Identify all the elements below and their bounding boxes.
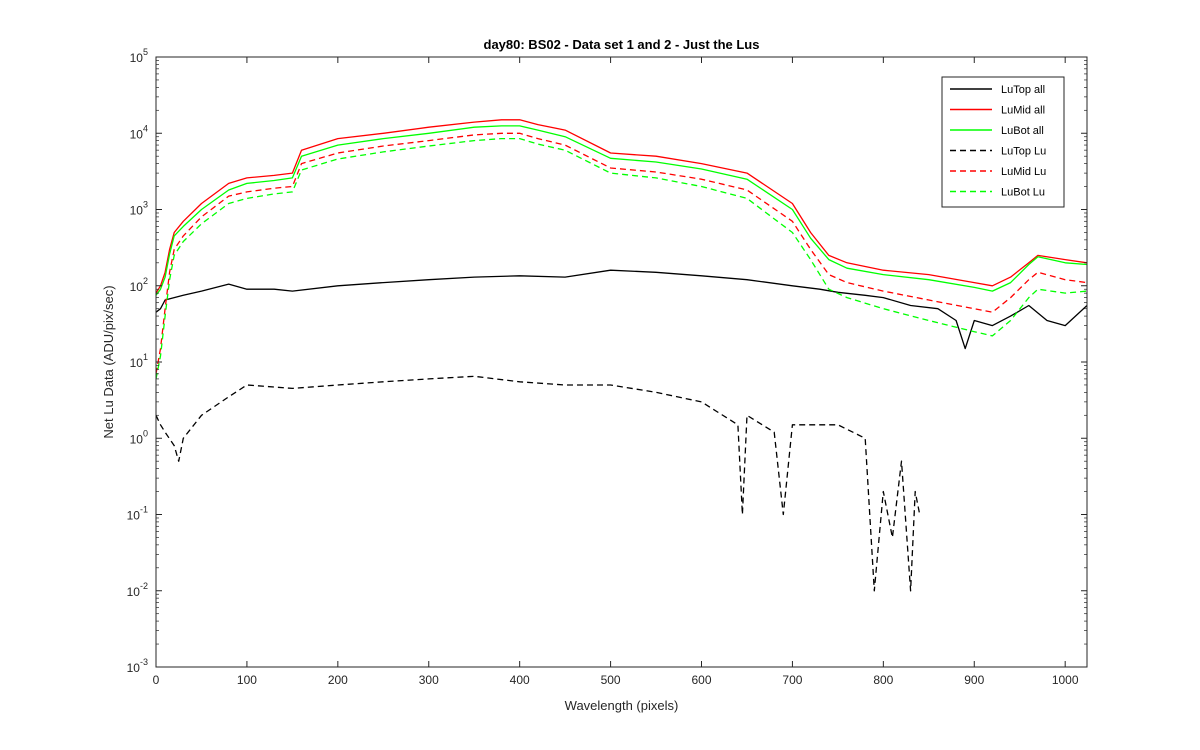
- x-tick-label: 900: [964, 673, 984, 687]
- x-tick-label: 300: [419, 673, 439, 687]
- x-axis-label: Wavelength (pixels): [565, 698, 679, 713]
- x-tick-label: 500: [601, 673, 621, 687]
- y-tick-label: 10-2: [127, 581, 148, 599]
- y-tick-label: 101: [130, 352, 148, 370]
- legend-label: LuBot Lu: [1001, 187, 1045, 199]
- y-tick-label: 102: [130, 276, 148, 294]
- x-tick-label: 1000: [1052, 673, 1079, 687]
- y-tick-label: 105: [130, 47, 148, 65]
- chart-title: day80: BS02 - Data set 1 and 2 - Just th…: [484, 37, 760, 52]
- legend-label: LuMid Lu: [1001, 166, 1046, 178]
- y-tick-label: 100: [130, 428, 148, 446]
- y-tick-label: 10-1: [127, 505, 148, 523]
- y-tick-label: 104: [130, 123, 148, 141]
- legend-label: LuMid all: [1001, 105, 1045, 117]
- x-tick-label: 400: [510, 673, 530, 687]
- y-axis-label: Net Lu Data (ADU/pix/sec): [101, 285, 116, 438]
- x-tick-label: 600: [691, 673, 711, 687]
- legend-label: LuBot all: [1001, 125, 1044, 137]
- y-tick-label: 10-3: [127, 657, 148, 675]
- x-tick-label: 800: [873, 673, 893, 687]
- chart: day80: BS02 - Data set 1 and 2 - Just th…: [101, 37, 1088, 713]
- x-tick-label: 200: [328, 673, 348, 687]
- x-tick-label: 100: [237, 673, 257, 687]
- legend: LuTop all LuMid all LuBot all LuTop Lu LuMid…: [941, 76, 1065, 208]
- y-tick-label: 103: [130, 200, 148, 218]
- x-tick-label: 700: [782, 673, 802, 687]
- legend-label: LuTop all: [1001, 84, 1045, 96]
- x-tick-label: 0: [153, 673, 160, 687]
- legend-label: LuTop Lu: [1001, 146, 1046, 158]
